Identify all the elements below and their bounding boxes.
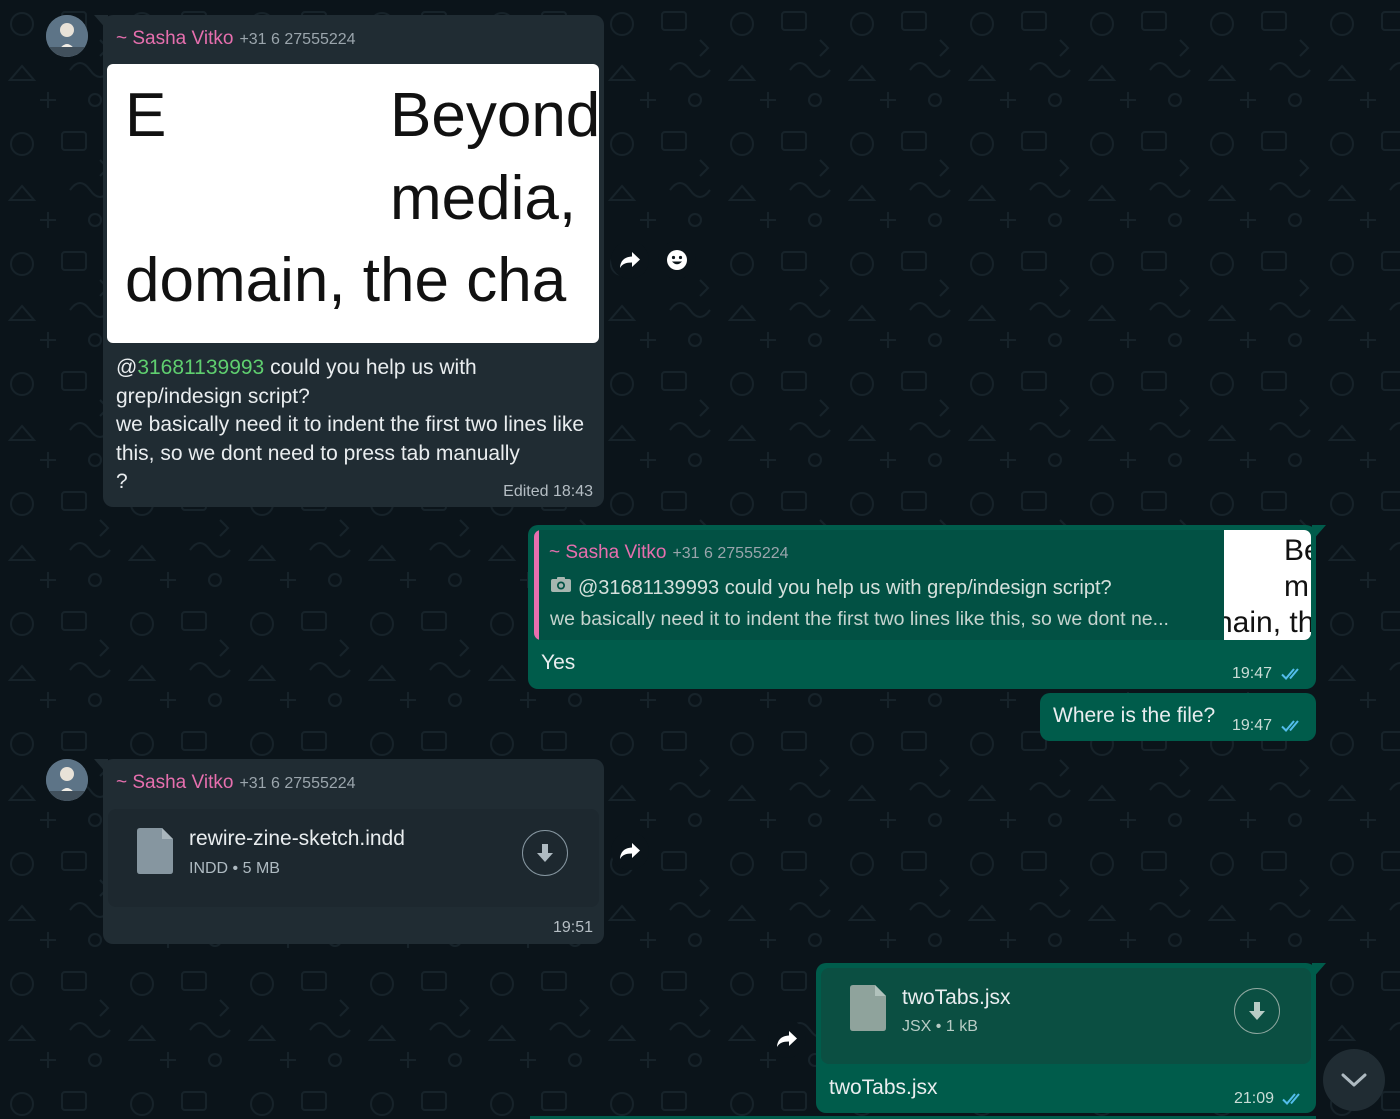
file-attachment[interactable]: twoTabs.jsx JSX • 1 kB (821, 968, 1311, 1064)
file-attachment[interactable]: rewire-zine-sketch.indd INDD • 5 MB (108, 809, 599, 907)
chevron-down-icon (1341, 1073, 1367, 1087)
double-check-icon (1281, 720, 1299, 732)
file-name: twoTabs.jsx (902, 986, 1011, 1009)
quoted-text-line-2: we basically need it to indent the first… (550, 608, 1169, 630)
avatar-image (46, 759, 88, 801)
sender-avatar[interactable] (46, 15, 88, 57)
mention-link[interactable]: 31681139993 (137, 356, 264, 379)
attached-image[interactable]: E Beyond media, domain, the cha (107, 64, 599, 343)
quoted-message[interactable]: ~ Sasha Vitko +31 6 27555224 @31681139993… (534, 530, 1311, 640)
forward-arrow-icon (777, 1031, 797, 1047)
message-text: Yes (541, 651, 576, 674)
forward-arrow-icon (620, 843, 640, 859)
double-check-icon (1281, 668, 1299, 680)
file-caption: twoTabs.jsx (829, 1076, 938, 1099)
message-text: @31681139993 could you help us with grep… (116, 356, 585, 493)
file-name: rewire-zine-sketch.indd (189, 827, 405, 850)
incoming-message-image[interactable]: ~ Sasha Vitko +31 6 27555224 E Beyond med… (103, 15, 604, 507)
message-time: 19:47 (1232, 665, 1273, 682)
download-arrow-icon (1249, 1002, 1265, 1020)
incoming-file-message[interactable]: ~ Sasha Vitko +31 6 27555224 rewire-zine-… (103, 759, 604, 944)
message-time: 19:51 (552, 919, 593, 936)
sender-phone: +31 6 27555224 (239, 31, 356, 48)
quoted-sender-name: ~ Sasha Vitko +31 6 27555224 (549, 542, 789, 563)
forward-button[interactable] (611, 832, 649, 870)
image-text-domain: domain, the cha (125, 246, 567, 315)
message-time: 19:47 (1232, 717, 1273, 734)
quoted-image-thumbnail: Be m nain, th (1224, 530, 1311, 640)
sender-name[interactable]: ~ Sasha Vitko +31 6 27555224 (116, 772, 356, 794)
image-text-e: E (125, 81, 167, 150)
outgoing-file-message[interactable]: twoTabs.jsx JSX • 1 kB twoTabs.jsx 21:09 (816, 963, 1316, 1113)
quote-bar (534, 530, 539, 640)
quoted-sender-phone: +31 6 27555224 (672, 545, 789, 562)
download-button[interactable] (522, 830, 568, 876)
avatar-image (46, 15, 88, 57)
smiley-icon (667, 250, 687, 270)
outgoing-reply-message[interactable]: ~ Sasha Vitko +31 6 27555224 @31681139993… (528, 525, 1316, 689)
download-button[interactable] (1234, 988, 1280, 1034)
forward-arrow-icon (620, 252, 640, 268)
thumb-text-2: m (1284, 570, 1309, 603)
message-time: 21:09 (1234, 1090, 1275, 1107)
double-check-icon (1282, 1093, 1300, 1105)
scroll-to-bottom-button[interactable] (1323, 1049, 1385, 1111)
sender-name[interactable]: ~ Sasha Vitko +31 6 27555224 (116, 28, 356, 50)
sender-phone: +31 6 27555224 (239, 775, 356, 792)
quoted-text-line-1: @31681139993 could you help us with grep… (578, 577, 1112, 599)
react-button[interactable] (658, 241, 696, 279)
document-icon (850, 985, 886, 1031)
forward-button[interactable] (611, 241, 649, 279)
message-text: Where is the file? (1053, 704, 1216, 727)
download-arrow-icon (537, 844, 553, 862)
file-meta: JSX • 1 kB (902, 1018, 978, 1035)
image-text-beyond: Beyond (390, 81, 599, 150)
document-icon (137, 828, 173, 874)
thumb-text-1: Be (1284, 534, 1311, 567)
forward-button[interactable] (768, 1020, 806, 1058)
message-edited-time: Edited 18:43 (503, 483, 593, 500)
thumb-text-3: nain, th (1224, 606, 1311, 639)
file-meta: INDD • 5 MB (189, 860, 280, 877)
sender-avatar[interactable] (46, 759, 88, 801)
outgoing-message[interactable]: Where is the file? 19:47 (1040, 693, 1316, 741)
camera-icon (551, 577, 571, 592)
image-text-media: media, (390, 164, 577, 233)
